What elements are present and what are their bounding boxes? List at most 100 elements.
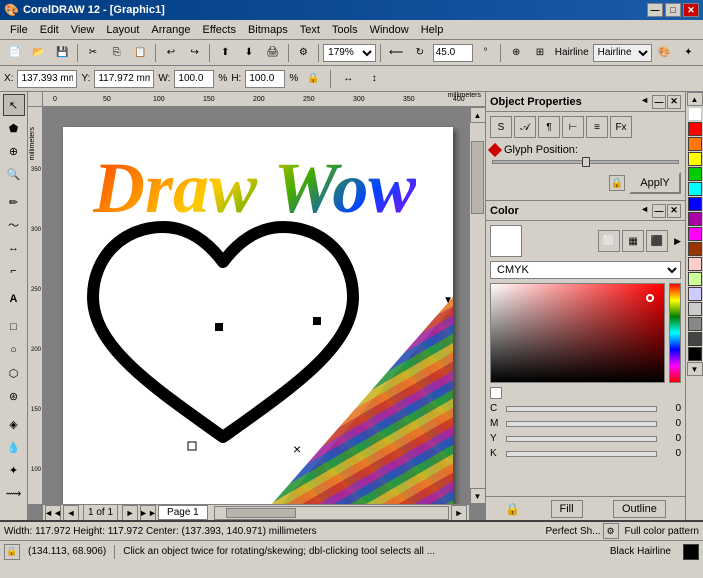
menu-arrange[interactable]: Arrange <box>145 22 196 38</box>
flip-h-btn[interactable]: ↔ <box>337 68 359 90</box>
menu-effects[interactable]: Effects <box>197 22 242 38</box>
lock-ratio-btn[interactable]: 🔒 <box>302 68 324 90</box>
op-icon-effects[interactable]: Fx <box>610 116 632 138</box>
color-hue-strip[interactable] <box>669 283 681 383</box>
op-icon-style[interactable]: S <box>490 116 512 138</box>
h-scroll-track[interactable] <box>214 506 449 520</box>
obj-props-minimize[interactable]: — <box>652 95 666 109</box>
palette-red[interactable] <box>688 122 702 136</box>
color-checkbox[interactable] <box>490 387 502 399</box>
color-mgr-btn[interactable]: 🎨 <box>654 42 676 64</box>
x-coord-input[interactable] <box>17 70 77 88</box>
snap-btn[interactable]: ⊕ <box>505 42 527 64</box>
spiral-tool[interactable]: ⊛ <box>3 385 25 407</box>
copy-btn[interactable]: ⎘ <box>106 42 128 64</box>
scroll-right-btn[interactable]: ► <box>451 505 467 521</box>
k-track[interactable] <box>506 451 657 457</box>
maximize-button[interactable]: □ <box>665 3 681 17</box>
color-saturation-field[interactable] <box>490 283 665 383</box>
palette-orange[interactable] <box>688 137 702 151</box>
color-panel-close[interactable]: ✕ <box>667 204 681 218</box>
menu-view[interactable]: View <box>65 22 101 38</box>
nudge-angle-input[interactable] <box>433 44 473 62</box>
next-page-btn[interactable]: ► <box>122 505 138 521</box>
redo-btn[interactable]: ↪ <box>184 42 206 64</box>
new-btn[interactable]: 📄 <box>4 42 26 64</box>
m-track[interactable] <box>506 421 657 427</box>
first-page-btn[interactable]: ◄◄ <box>45 505 61 521</box>
menu-text[interactable]: Text <box>294 22 326 38</box>
dimension-tool[interactable]: ↔ <box>3 237 25 259</box>
last-page-btn[interactable]: ►► <box>140 505 156 521</box>
fill-button[interactable]: Fill <box>551 500 583 518</box>
outline-tool[interactable]: ✦ <box>3 459 25 481</box>
save-btn[interactable]: 💾 <box>51 42 73 64</box>
op-icon-tabs[interactable]: ⊢ <box>562 116 584 138</box>
prev-page-btn[interactable]: ◄ <box>63 505 79 521</box>
palette-white[interactable] <box>688 107 702 121</box>
palette-green[interactable] <box>688 167 702 181</box>
menu-tools[interactable]: Tools <box>326 22 364 38</box>
palette-light-gray[interactable] <box>688 302 702 316</box>
op-icon-bullet[interactable]: ≡ <box>586 116 608 138</box>
palette-blue[interactable] <box>688 197 702 211</box>
palette-cyan[interactable] <box>688 182 702 196</box>
menu-file[interactable]: File <box>4 22 34 38</box>
vertical-scrollbar[interactable]: ▲ ▼ <box>469 107 485 504</box>
palette-light-pink[interactable] <box>688 257 702 271</box>
import-btn[interactable]: ⬆ <box>214 42 236 64</box>
palette-black[interactable] <box>688 347 702 361</box>
menu-edit[interactable]: Edit <box>34 22 65 38</box>
palette-light-blue[interactable] <box>688 287 702 301</box>
palette-yellow[interactable] <box>688 152 702 166</box>
width-input[interactable] <box>174 70 214 88</box>
palette-light-green[interactable] <box>688 272 702 286</box>
op-icon-para[interactable]: ¶ <box>538 116 560 138</box>
apply-button[interactable]: ApplY <box>629 172 681 194</box>
text-tool[interactable]: A <box>3 288 25 310</box>
color-model-select[interactable]: CMYK RGB HSL <box>490 261 681 279</box>
y-coord-input[interactable] <box>94 70 154 88</box>
undo-btn[interactable]: ↩ <box>160 42 182 64</box>
palette-scroll-up[interactable]: ▲ <box>687 92 703 106</box>
color-option-3[interactable]: ⬛ <box>646 230 668 252</box>
eyedropper-tool[interactable]: 💧 <box>3 436 25 458</box>
obj-props-expand[interactable]: ◄ <box>638 95 651 109</box>
palette-scroll-down[interactable]: ▼ <box>687 362 703 376</box>
shape-tool[interactable]: ⬟ <box>3 117 25 139</box>
connector-tool[interactable]: ⌐ <box>3 260 25 282</box>
palette-brown[interactable] <box>688 242 702 256</box>
glyph-lock-icon[interactable]: 🔒 <box>609 175 625 191</box>
color-option-1[interactable]: ⬜ <box>598 230 620 252</box>
cut-btn[interactable]: ✂ <box>82 42 104 64</box>
color-panel-minimize[interactable]: — <box>652 204 666 218</box>
export-btn[interactable]: ⬇ <box>238 42 260 64</box>
height-input[interactable] <box>245 70 285 88</box>
color-option-2[interactable]: ▦ <box>622 230 644 252</box>
c-track[interactable] <box>506 406 657 412</box>
menu-window[interactable]: Window <box>364 22 415 38</box>
obj-props-close[interactable]: ✕ <box>667 95 681 109</box>
color-preview-box[interactable] <box>490 225 522 257</box>
freehand-tool[interactable]: ✏ <box>3 191 25 213</box>
fill-tool[interactable]: ◈ <box>3 413 25 435</box>
wizard-btn[interactable]: ✦ <box>677 42 699 64</box>
ellipse-tool[interactable]: ○ <box>3 339 25 361</box>
menu-layout[interactable]: Layout <box>100 22 145 38</box>
scroll-down-btn[interactable]: ▼ <box>470 488 486 504</box>
op-icon-char[interactable]: 𝒜 <box>514 116 536 138</box>
nudge-left[interactable]: ⟵ <box>385 42 407 64</box>
options-btn[interactable]: ⚙ <box>293 42 315 64</box>
palette-magenta[interactable] <box>688 227 702 241</box>
menu-bitmaps[interactable]: Bitmaps <box>242 22 294 38</box>
color-expand-arrow[interactable]: ▶ <box>674 236 681 247</box>
print-btn[interactable]: 🖨 <box>262 42 284 64</box>
canvas-area[interactable]: Draw Wow × <box>43 107 469 504</box>
crop-tool[interactable]: ⊕ <box>3 140 25 162</box>
palette-dark-gray[interactable] <box>688 332 702 346</box>
y-track[interactable] <box>506 436 657 442</box>
palette-gray[interactable] <box>688 317 702 331</box>
selector-tool[interactable]: ↖ <box>3 94 25 116</box>
glyph-slider[interactable] <box>492 160 679 164</box>
scroll-up-btn[interactable]: ▲ <box>470 107 486 123</box>
